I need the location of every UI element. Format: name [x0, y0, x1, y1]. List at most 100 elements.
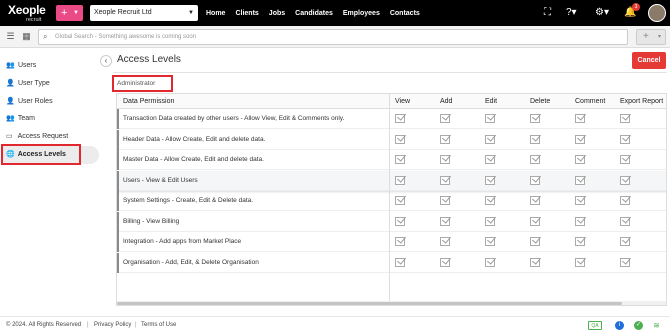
- checkbox-edit[interactable]: [485, 257, 495, 267]
- add-button[interactable]: + ▾: [636, 29, 666, 45]
- grid-view-icon[interactable]: ▦: [21, 31, 32, 42]
- checkbox-view[interactable]: [395, 257, 405, 267]
- chevron-down-icon: ▼: [188, 10, 194, 16]
- checkbox-delete[interactable]: [530, 257, 540, 267]
- checkbox-edit[interactable]: [485, 114, 495, 123]
- sidebar-item-user-type[interactable]: 👤 User Type: [2, 75, 99, 93]
- divider: [113, 72, 667, 73]
- checkbox-comment[interactable]: [575, 114, 585, 123]
- checkbox-delete[interactable]: [530, 196, 540, 205]
- checkbox-delete[interactable]: [530, 114, 540, 123]
- checkbox-comment[interactable]: [575, 155, 585, 164]
- sidebar-item-label: Users: [17, 62, 37, 69]
- horizontal-scrollbar[interactable]: [117, 301, 666, 305]
- checkbox-add[interactable]: [440, 175, 450, 185]
- global-search-placeholder: Global Search - Something awesome is com…: [55, 34, 197, 40]
- checkbox-edit[interactable]: [485, 237, 495, 246]
- checkbox-export-report[interactable]: [620, 114, 630, 123]
- sidebar-item-label: User Roles: [17, 98, 53, 105]
- check-icon: ✓: [634, 321, 643, 330]
- sidebar-item-users[interactable]: 👥 Users: [2, 57, 99, 75]
- checkbox-comment[interactable]: [575, 216, 585, 226]
- checkbox-edit[interactable]: [485, 134, 495, 144]
- checkbox-export-report[interactable]: [620, 175, 630, 185]
- checkbox-view[interactable]: [395, 237, 405, 246]
- checkbox-comment[interactable]: [575, 237, 585, 246]
- users-icon: 👥: [6, 62, 15, 69]
- info-icon[interactable]: i: [615, 321, 624, 330]
- checkbox-edit[interactable]: [485, 175, 495, 185]
- nav-home[interactable]: Home: [206, 10, 225, 17]
- checkbox-export-report[interactable]: [620, 196, 630, 205]
- nav-jobs[interactable]: Jobs: [269, 10, 285, 17]
- checkbox-comment[interactable]: [575, 175, 585, 185]
- nav-contacts[interactable]: Contacts: [390, 10, 420, 17]
- nav-employees[interactable]: Employees: [343, 10, 380, 17]
- checkbox-edit[interactable]: [485, 196, 495, 205]
- gear-icon[interactable]: ⚙▾: [595, 7, 609, 19]
- checkbox-export-report[interactable]: [620, 216, 630, 226]
- checkbox-view[interactable]: [395, 216, 405, 226]
- column-header-data-permission: Data Permission: [123, 98, 175, 105]
- avatar[interactable]: [648, 4, 666, 22]
- checkbox-add[interactable]: [440, 196, 450, 205]
- privacy-policy-link[interactable]: Privacy Policy: [94, 317, 131, 334]
- sidebar-item-team[interactable]: 👥 Team: [2, 110, 99, 128]
- checkbox-comment[interactable]: [575, 196, 585, 205]
- checkbox-export-report[interactable]: [620, 257, 630, 267]
- checkbox-edit[interactable]: [485, 155, 495, 164]
- checkbox-edit[interactable]: [485, 216, 495, 226]
- footer-separator: |: [135, 322, 137, 328]
- list-view-icon[interactable]: ☰: [5, 31, 16, 42]
- column-header-view: View: [395, 98, 411, 105]
- scrollbar-thumb[interactable]: [117, 302, 622, 305]
- notification-badge: 3: [632, 3, 640, 11]
- row-indicator: [117, 129, 119, 150]
- checkbox-add[interactable]: [440, 155, 450, 164]
- fullscreen-icon[interactable]: ⛶: [544, 7, 551, 19]
- checkbox-export-report[interactable]: [620, 237, 630, 246]
- checkbox-export-report[interactable]: [620, 155, 630, 164]
- permission-label: Header Data - Allow Create, Edit and del…: [123, 135, 266, 143]
- checkbox-delete[interactable]: [530, 134, 540, 144]
- column-header-add: Add: [440, 98, 453, 105]
- checkbox-add[interactable]: [440, 134, 450, 144]
- checkbox-add[interactable]: [440, 257, 450, 267]
- checkbox-view[interactable]: [395, 175, 405, 185]
- checkbox-view[interactable]: [395, 155, 405, 164]
- help-icon[interactable]: ?▾: [566, 7, 577, 19]
- quick-add-button[interactable]: + ▼: [56, 5, 83, 21]
- checkbox-delete[interactable]: [530, 237, 540, 246]
- checkbox-delete[interactable]: [530, 175, 540, 185]
- global-search-input[interactable]: ⌕ Global Search - Something awesome is c…: [38, 29, 628, 45]
- checkbox-delete[interactable]: [530, 216, 540, 226]
- checkbox-view[interactable]: [395, 114, 405, 123]
- company-select[interactable]: Xeople Recruit Ltd ▼: [90, 5, 198, 21]
- column-header-export-report: Export Report: [620, 98, 664, 105]
- nav-candidates[interactable]: Candidates: [295, 10, 333, 17]
- sidebar-item-user-roles[interactable]: 👤 User Roles: [2, 93, 99, 111]
- checkbox-delete[interactable]: [530, 155, 540, 164]
- table-row: Master Data - Allow Create, Edit and del…: [117, 150, 666, 170]
- cancel-button[interactable]: Cancel: [632, 52, 666, 69]
- checkbox-export-report[interactable]: [620, 134, 630, 144]
- highlight-box-role: [112, 75, 173, 92]
- nav-clients[interactable]: Clients: [235, 10, 258, 17]
- checkbox-comment[interactable]: [575, 257, 585, 267]
- xeople-logo[interactable]: Xeople recruit: [4, 3, 52, 24]
- page-title: Access Levels: [117, 54, 181, 65]
- collapse-sidebar-button[interactable]: ‹: [100, 55, 112, 67]
- chevron-left-icon: ‹: [104, 56, 108, 65]
- sidebar: 👥 Users 👤 User Type 👤 User Roles 👥 Team …: [0, 48, 104, 316]
- checkbox-comment[interactable]: [575, 134, 585, 144]
- checkbox-add[interactable]: [440, 114, 450, 123]
- chevron-down-icon: ▾: [657, 34, 661, 40]
- checkbox-view[interactable]: [395, 196, 405, 205]
- terms-of-use-link[interactable]: Terms of Use: [141, 317, 176, 334]
- column-header-delete: Delete: [530, 98, 551, 105]
- checkbox-add[interactable]: [440, 216, 450, 226]
- qa-badge: QA: [588, 321, 602, 330]
- checkbox-view[interactable]: [395, 134, 405, 144]
- table-header: Data Permission View Add Edit Delete Com…: [117, 94, 666, 109]
- checkbox-add[interactable]: [440, 237, 450, 246]
